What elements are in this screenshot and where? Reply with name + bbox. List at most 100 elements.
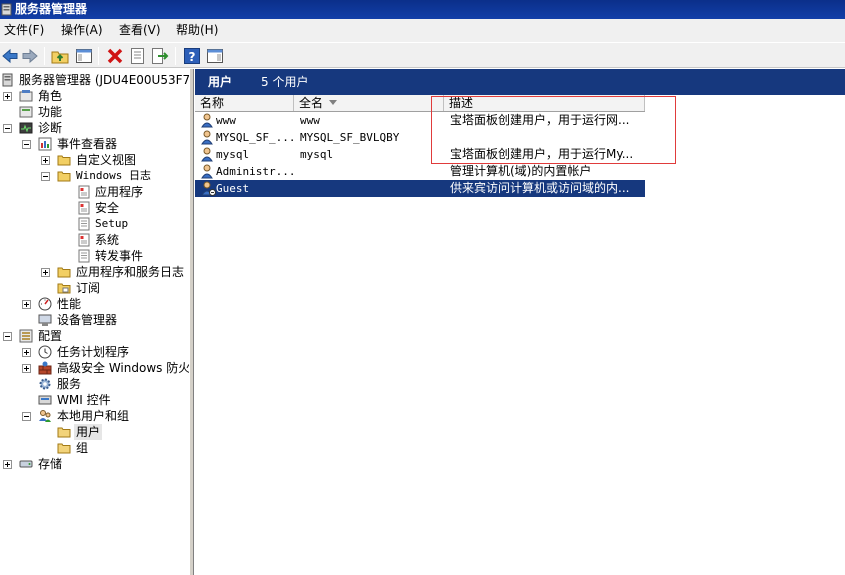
server-manager-icon — [1, 3, 12, 16]
expand-toggle[interactable] — [3, 460, 12, 469]
tree-item-storage[interactable]: 存储 — [0, 456, 189, 472]
user-row-selected[interactable]: Guest 供来宾访问计算机或访问域的内... — [195, 180, 645, 197]
tree-item-log-forwarded[interactable]: 转发事件 — [0, 248, 189, 264]
show-hide-tree-icon[interactable] — [75, 47, 93, 65]
user-row[interactable]: Administr... 管理计算机(域)的内置帐户 — [195, 163, 645, 180]
open-folder-icon — [57, 171, 71, 182]
server-icon — [2, 73, 13, 87]
tree-item-task-scheduler[interactable]: 任务计划程序 — [0, 344, 189, 360]
menu-help[interactable]: 帮助(H) — [176, 23, 218, 38]
expand-toggle[interactable] — [22, 348, 31, 357]
clock-icon — [38, 345, 52, 359]
expand-toggle[interactable] — [3, 92, 12, 101]
collapse-toggle[interactable] — [22, 412, 31, 421]
collapse-toggle[interactable] — [41, 172, 50, 181]
svg-text:?: ? — [189, 50, 196, 64]
log-icon — [78, 201, 90, 215]
tree-item-custom-views[interactable]: 自定义视图 — [0, 152, 189, 168]
toolbar-separator — [98, 47, 99, 65]
tree-item-log-security[interactable]: 安全 — [0, 200, 189, 216]
collapse-toggle[interactable] — [3, 124, 12, 133]
expand-toggle[interactable] — [41, 268, 50, 277]
tree-item-event-viewer[interactable]: 事件查看器 — [0, 136, 189, 152]
expand-toggle[interactable] — [41, 156, 50, 165]
properties-icon[interactable] — [129, 47, 147, 65]
performance-icon — [38, 297, 52, 311]
column-header-fullname-label: 全名 — [299, 96, 324, 110]
log-icon — [78, 233, 90, 247]
tree-label-wmi: WMI 控件 — [57, 393, 111, 407]
forward-icon[interactable] — [21, 47, 39, 65]
tree-item-log-system[interactable]: 系统 — [0, 232, 189, 248]
gear-icon — [39, 378, 51, 390]
tree-item-groups[interactable]: 组 — [0, 440, 189, 456]
expand-toggle[interactable] — [22, 364, 31, 373]
user-row[interactable]: www www 宝塔面板创建用户，用于运行网... — [195, 112, 645, 129]
tree-item-subscriptions[interactable]: 订阅 — [0, 280, 189, 296]
tree-item-windows-logs[interactable]: Windows 日志 — [0, 168, 189, 184]
log-icon — [78, 249, 90, 263]
tree-label-storage: 存储 — [38, 457, 63, 471]
folder-icon — [57, 267, 71, 278]
action-pane-icon[interactable] — [206, 47, 224, 65]
pane-splitter[interactable] — [189, 69, 194, 575]
tree-item-log-application[interactable]: 应用程序 — [0, 184, 189, 200]
tree-item-features[interactable]: 功能 — [0, 104, 189, 120]
delete-icon[interactable] — [106, 47, 124, 65]
menu-action[interactable]: 操作(A) — [61, 23, 103, 38]
tree-item-diagnostics[interactable]: 诊断 — [0, 120, 189, 136]
user-name: mysql — [216, 148, 250, 161]
device-manager-icon — [38, 314, 52, 326]
log-icon — [78, 217, 90, 231]
tree-label-local-users-groups: 本地用户和组 — [57, 409, 130, 423]
back-icon[interactable] — [1, 47, 19, 65]
tree-item-roles[interactable]: 角色 — [0, 88, 189, 104]
up-folder-icon[interactable] — [51, 47, 69, 65]
tree-item-services[interactable]: 服务 — [0, 376, 189, 392]
tree-label-log-application: 应用程序 — [95, 185, 144, 199]
tree-item-configuration[interactable]: 配置 — [0, 328, 189, 344]
user-row[interactable]: mysql mysql 宝塔面板创建用户，用于运行My... — [195, 146, 645, 163]
user-fullname: MYSQL_SF_BVLQBY — [300, 131, 400, 144]
diagnostics-icon — [19, 122, 33, 134]
tree-item-app-service-logs[interactable]: 应用程序和服务日志 — [0, 264, 189, 280]
collapse-toggle[interactable] — [3, 332, 12, 341]
tree-label-features: 功能 — [38, 105, 63, 119]
user-name: Administr... — [216, 165, 294, 178]
user-row[interactable]: MYSQL_SF_... MYSQL_SF_BVLQBY — [195, 129, 645, 146]
tree-label-app-service-logs: 应用程序和服务日志 — [76, 265, 185, 279]
column-header-name-label: 名称 — [200, 96, 225, 110]
column-header-fullname[interactable]: 全名 — [294, 95, 444, 111]
storage-icon — [19, 460, 33, 468]
help-icon[interactable]: ? — [183, 47, 201, 65]
disabled-user-icon — [201, 181, 216, 196]
column-header-description[interactable]: 描述 — [444, 95, 645, 111]
firewall-icon — [38, 361, 52, 375]
tree-label-root: 服务器管理器 (JDU4E00U53F7) — [19, 73, 189, 87]
tree-label-device-manager: 设备管理器 — [57, 313, 118, 327]
tree-item-wmi[interactable]: WMI 控件 — [0, 392, 189, 408]
collapse-toggle[interactable] — [22, 140, 31, 149]
user-name: MYSQL_SF_... — [216, 131, 294, 144]
tree-item-root[interactable]: 服务器管理器 (JDU4E00U53F7) — [0, 72, 189, 88]
tree-item-users[interactable]: 用户 — [0, 424, 189, 440]
log-icon — [78, 185, 90, 199]
menu-view[interactable]: 查看(V) — [119, 23, 161, 38]
export-icon[interactable] — [151, 47, 169, 65]
roles-icon — [19, 90, 33, 102]
user-fullname: mysql — [300, 148, 334, 161]
configuration-icon — [19, 329, 33, 343]
results-count: 5 个用户 — [261, 75, 309, 89]
tree-item-log-setup[interactable]: Setup — [0, 216, 189, 232]
expand-toggle[interactable] — [22, 300, 31, 309]
tree-label-log-security: 安全 — [95, 201, 120, 215]
tree-item-firewall[interactable]: 高级安全 Windows 防火墙 — [0, 360, 189, 376]
menu-file[interactable]: 文件(F) — [4, 23, 44, 38]
menu-bar: 文件(F) 操作(A) 查看(V) 帮助(H) — [0, 19, 845, 42]
tree-label-services: 服务 — [57, 377, 82, 391]
tree-item-performance[interactable]: 性能 — [0, 296, 189, 312]
folder-icon — [57, 443, 71, 454]
column-header-name[interactable]: 名称 — [195, 95, 294, 111]
tree-item-local-users-groups[interactable]: 本地用户和组 — [0, 408, 189, 424]
tree-item-device-manager[interactable]: 设备管理器 — [0, 312, 189, 328]
